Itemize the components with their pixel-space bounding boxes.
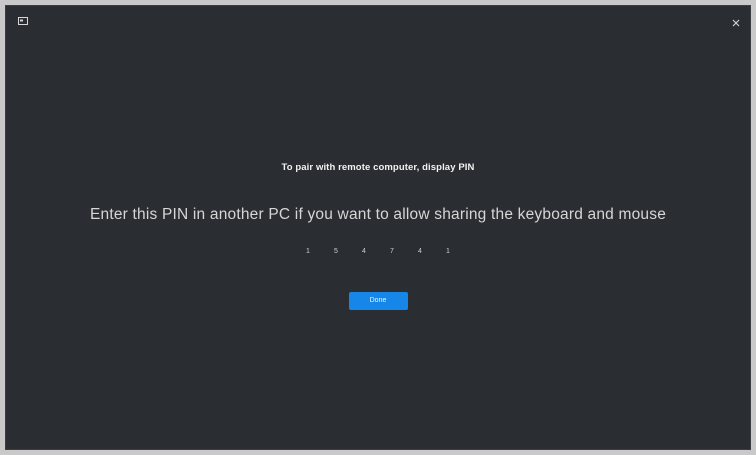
pin-digit: 4 xyxy=(362,248,366,255)
pin-digit: 1 xyxy=(306,248,310,255)
pin-digit: 7 xyxy=(390,248,394,255)
close-button[interactable] xyxy=(728,15,744,31)
instruction-text: Enter this PIN in another PC if you want… xyxy=(89,206,667,223)
dialog-heading: To pair with remote computer, display PI… xyxy=(281,162,475,173)
pin-digit: 4 xyxy=(418,248,422,255)
title-bar xyxy=(6,6,750,36)
pin-pairing-window: To pair with remote computer, display PI… xyxy=(5,5,751,450)
button-row: Done xyxy=(6,292,750,310)
pin-digit: 5 xyxy=(334,248,338,255)
pin-code: 1 5 4 7 4 1 xyxy=(6,247,750,257)
pin-digit: 1 xyxy=(446,248,450,255)
app-window-icon xyxy=(18,17,28,25)
pin-content: To pair with remote computer, display PI… xyxy=(6,161,750,310)
done-button[interactable]: Done xyxy=(348,292,408,310)
close-icon xyxy=(732,19,740,27)
